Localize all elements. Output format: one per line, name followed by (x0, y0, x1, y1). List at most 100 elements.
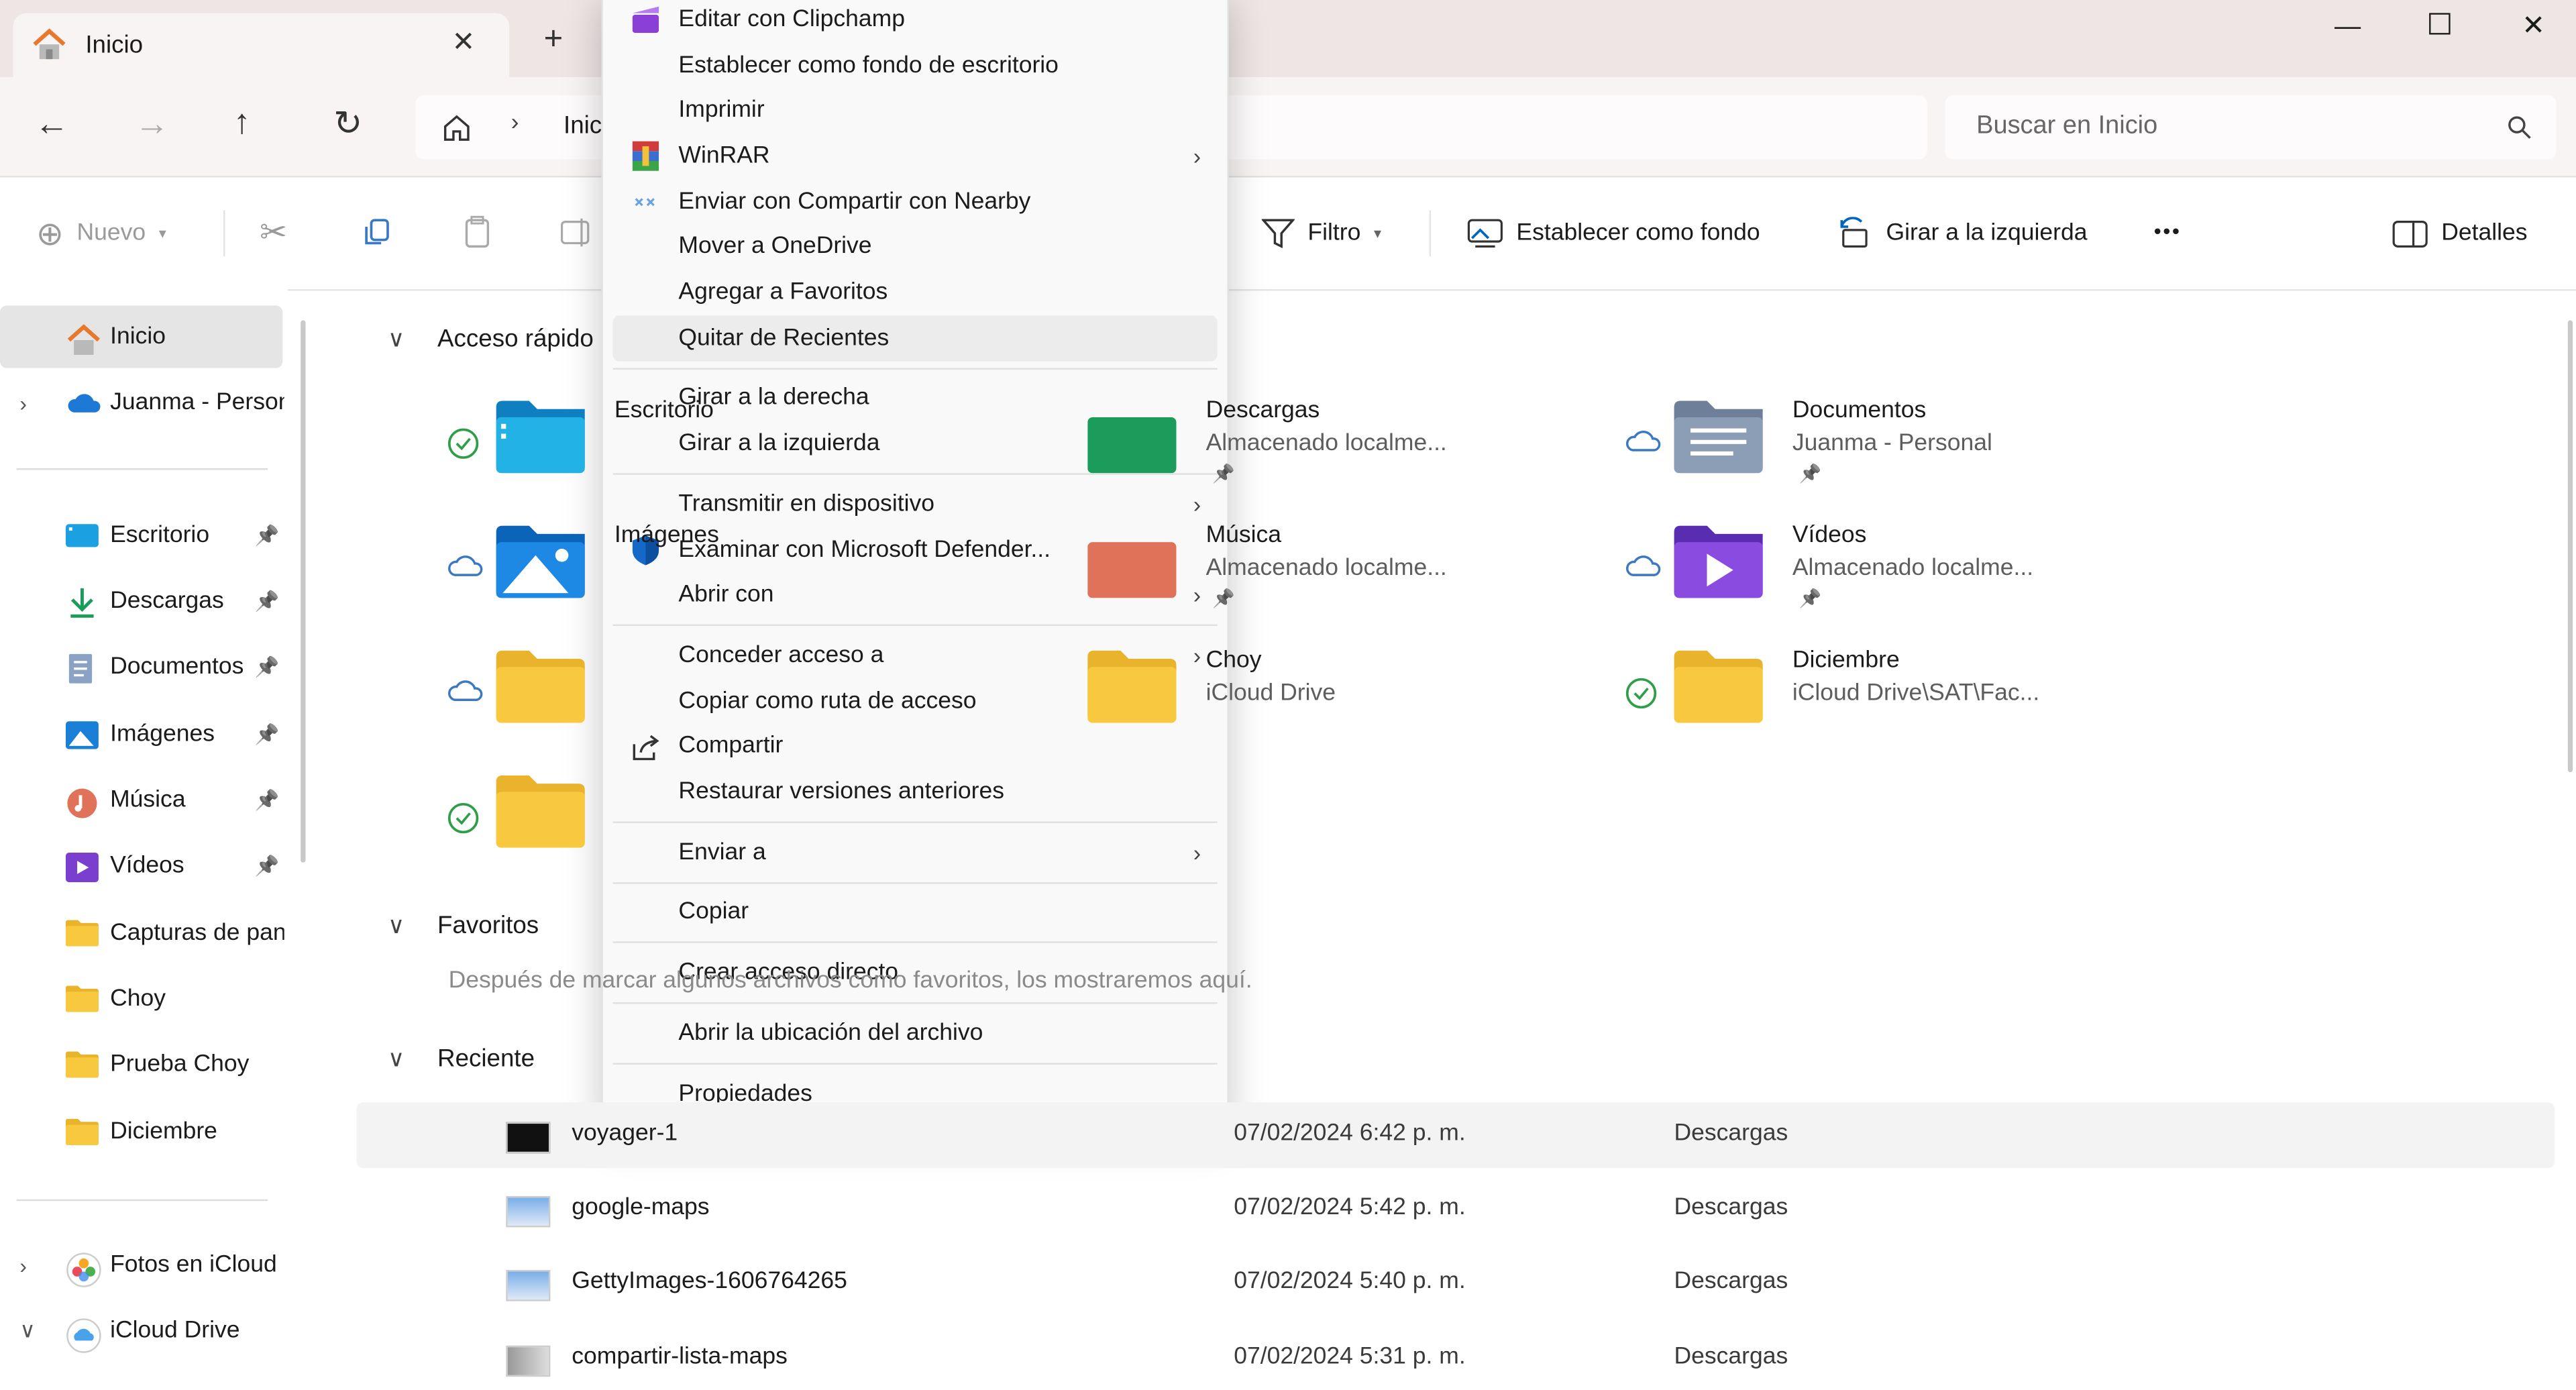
chevron-down-icon[interactable]: ∨ (388, 1045, 405, 1073)
rotate-left-button[interactable]: Girar a la izquierda (1837, 207, 2087, 260)
sidebar-item-prueba-choy[interactable]: Prueba Choy (0, 1033, 282, 1095)
local-status-icon (1038, 552, 1071, 585)
menu-item-label: Enviar con Compartir con Nearby (678, 188, 1031, 215)
sidebar-item-capturas-de-pantalla[interactable]: Capturas de pantalla (0, 902, 284, 965)
sidebar-item-música[interactable]: Música 📌 (0, 769, 282, 831)
recent-file-row[interactable]: GettyImages-1606764265 07/02/2024 5:40 p.… (356, 1250, 2555, 1316)
documents-folder-icon (1674, 400, 1763, 474)
sidebar-item-label: Juanma - Personal (110, 389, 284, 416)
back-arrow-icon[interactable]: ← (34, 105, 68, 145)
quick-access-header[interactable]: ∨ Acceso rápido (388, 325, 594, 354)
menu-item-enviar-con-compartir-con-nearby[interactable]: Enviar con Compartir con Nearby (612, 178, 1217, 224)
item-name: Vídeos (1792, 522, 1867, 549)
desktop-icon (65, 523, 99, 549)
cloud-status-icon (447, 552, 483, 585)
tab-inicio[interactable]: Inicio ✕ (13, 13, 510, 78)
quick-access-item[interactable]: Documentos Juanma - Personal 📌 (1625, 388, 2118, 496)
new-tab-button[interactable]: + (544, 21, 564, 59)
sidebar-item-juanma-personal[interactable]: › Juanma - Personal (0, 371, 284, 433)
up-arrow-icon[interactable]: ↑ (233, 103, 251, 143)
sidebar-item-fotos-en-icloud[interactable]: › Fotos en iCloud (0, 1234, 282, 1296)
quick-access-item[interactable] (447, 637, 940, 746)
sidebar-scrollbar[interactable] (301, 320, 306, 863)
forward-arrow-icon[interactable]: → (135, 105, 169, 145)
menu-item-mover-a-onedrive[interactable]: Mover a OneDrive (612, 224, 1217, 270)
sidebar-item-label: Fotos en iCloud (110, 1252, 277, 1279)
menu-item-label: Imprimir (678, 97, 765, 124)
download-icon (66, 588, 99, 618)
chevron-down-icon[interactable]: ∨ (388, 325, 405, 354)
minimize-button[interactable]: — (2334, 13, 2361, 43)
favorites-header[interactable]: ∨ Favoritos (388, 912, 539, 940)
sidebar-item-label: iCloud Drive (110, 1318, 240, 1344)
main-scrollbar[interactable] (2567, 320, 2573, 773)
filter-label: Filtro (1307, 220, 1361, 247)
cut-icon[interactable]: ✂ (260, 212, 287, 253)
more-options-button[interactable]: ••• (2154, 219, 2182, 244)
plus-circle-icon: ⊕ (36, 216, 64, 252)
recent-file-row[interactable]: voyager-1 07/02/2024 6:42 p. m. Descargas (356, 1102, 2555, 1169)
menu-item-editar-con-clipchamp[interactable]: Editar con Clipchamp (612, 0, 1217, 42)
chevron-down-icon[interactable]: ∨ (388, 912, 405, 940)
sidebar-item-imágenes[interactable]: Imágenes 📌 (0, 703, 282, 765)
quick-access-item[interactable] (447, 762, 940, 871)
sidebar-item-vídeos[interactable]: Vídeos 📌 (0, 835, 282, 897)
menu-item-quitar-de-recientes[interactable]: Quitar de Recientes (612, 315, 1218, 361)
new-button[interactable]: ⊕ Nuevo ▾ (36, 207, 166, 260)
recent-header[interactable]: ∨ Reciente (388, 1045, 535, 1073)
menu-item-agregar-a-favoritos[interactable]: Agregar a Favoritos (612, 270, 1217, 315)
item-location: iCloud Drive (1205, 680, 1336, 707)
chevron-right-icon[interactable]: › (19, 1252, 27, 1277)
filter-button[interactable]: Filtro ▾ (1261, 207, 1381, 260)
menu-item-label: Copiar (678, 899, 749, 926)
chevron-right-icon: › (1193, 839, 1201, 865)
sidebar-divider (16, 468, 268, 470)
home-outline-icon (443, 115, 470, 141)
menu-item-copiar[interactable]: Copiar (612, 890, 1217, 935)
maximize-button[interactable]: ☐ (2426, 8, 2453, 42)
file-location: Descargas (1674, 1120, 1788, 1147)
close-tab-icon[interactable]: ✕ (451, 26, 475, 59)
pin-icon: 📌 (254, 655, 280, 679)
file-date: 07/02/2024 5:31 p. m. (1234, 1344, 1466, 1371)
paste-icon[interactable] (462, 215, 493, 250)
set-background-button[interactable]: Establecer como fondo (1467, 207, 1760, 260)
sidebar-item-icloud-drive[interactable]: ∨ iCloud Drive (0, 1299, 282, 1362)
file-location: Descargas (1674, 1268, 1788, 1295)
quick-access-item[interactable]: Choy iCloud Drive (1038, 637, 1532, 746)
home-icon (33, 28, 66, 60)
menu-item-establecer-como-fondo-de-escritorio[interactable]: Establecer como fondo de escritorio (612, 42, 1217, 88)
details-button[interactable]: Detalles (2392, 207, 2528, 260)
search-box[interactable]: Buscar en Inicio (1945, 95, 2557, 160)
rename-icon[interactable] (559, 215, 595, 250)
sidebar-item-diciembre[interactable]: Diciembre (0, 1101, 282, 1163)
quick-access-item[interactable]: Imágenes (447, 513, 940, 621)
quick-access-item[interactable]: Música Almacenado localme... 📌 (1038, 513, 1532, 621)
recent-file-row[interactable]: google-maps 07/02/2024 5:42 p. m. Descarga… (356, 1176, 2555, 1242)
folder-icon (1674, 650, 1763, 723)
menu-item-abrir-la-ubicación-del-archivo[interactable]: Abrir la ubicación del archivo (612, 1010, 1217, 1056)
recent-file-row[interactable]: compartir-lista-maps 07/02/2024 5:31 p. m… (356, 1326, 2555, 1390)
quick-access-item[interactable]: Vídeos Almacenado localme... 📌 (1625, 513, 2118, 621)
menu-separator (612, 942, 1218, 944)
pin-icon: 📌 (254, 723, 280, 746)
close-window-button[interactable]: ✕ (2522, 10, 2545, 43)
copy-icon[interactable] (362, 217, 393, 248)
folder-icon (1087, 650, 1177, 723)
sidebar-item-choy[interactable]: Choy (0, 967, 282, 1030)
chevron-down-icon[interactable]: ∨ (19, 1318, 35, 1344)
sidebar-item-descargas[interactable]: Descargas 📌 (0, 570, 282, 633)
quick-access-item[interactable]: Descargas Almacenado localme... 📌 (1038, 388, 1532, 496)
refresh-icon[interactable]: ↻ (333, 103, 362, 144)
sidebar-item-escritorio[interactable]: Escritorio 📌 (0, 504, 282, 567)
icloud-drive-icon (66, 1318, 101, 1353)
sidebar-item-inicio[interactable]: Inicio (0, 305, 283, 368)
details-label: Detalles (2441, 220, 2528, 247)
menu-item-imprimir[interactable]: Imprimir (612, 88, 1217, 133)
quick-access-item[interactable]: Diciembre iCloud Drive\SAT\Fac... (1625, 637, 2118, 746)
chevron-right-icon[interactable]: › (19, 390, 27, 415)
menu-item-winrar[interactable]: WinRAR › (612, 133, 1217, 179)
quick-access-item[interactable]: Escritorio (447, 388, 940, 496)
synced-check-icon (447, 802, 480, 835)
sidebar-item-documentos[interactable]: Documentos 📌 (0, 636, 282, 698)
